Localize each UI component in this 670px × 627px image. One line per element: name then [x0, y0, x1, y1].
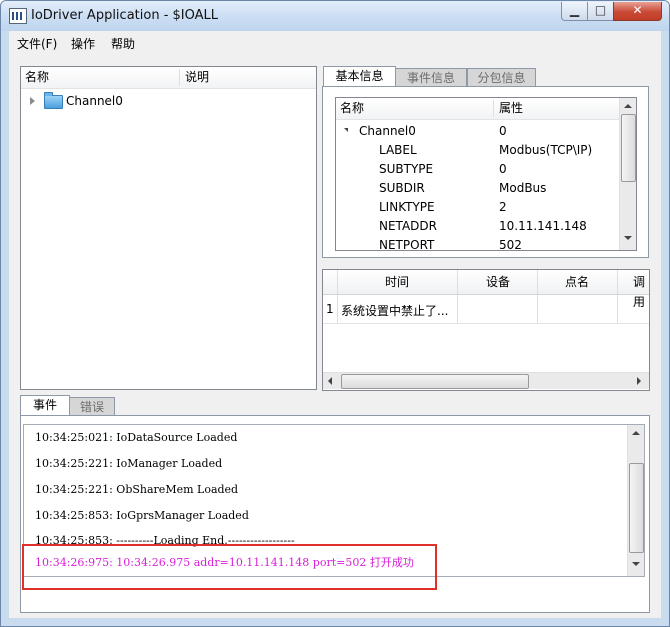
event-time-cell: 系统设置中禁止了... — [341, 304, 449, 318]
property-value: 10.11.141.148 — [499, 219, 587, 233]
tree-header: 名称 说明 — [21, 67, 316, 89]
property-value: ModBus — [499, 181, 547, 195]
row-number-divider — [337, 270, 338, 294]
collapse-arrow-icon[interactable] — [344, 128, 348, 132]
cell-divider — [617, 295, 618, 323]
property-name: NETADDR — [379, 219, 437, 233]
highlight-box — [22, 544, 437, 590]
menu-bar: 文件(F) 操作 帮助 — [9, 31, 661, 53]
property-name: SUBDIR — [379, 181, 425, 195]
property-header: 名称 属性 — [336, 98, 620, 120]
scroll-up-icon[interactable] — [624, 104, 632, 108]
log-line: 10:34:25:853: IoGprsManager Loaded — [35, 509, 249, 522]
property-name: NETPORT — [379, 238, 435, 251]
property-scrollbar[interactable] — [619, 98, 636, 250]
property-row[interactable]: LINKTYPE 2 — [336, 198, 620, 217]
log-line: 10:34:25:221: IoManager Loaded — [35, 457, 223, 470]
maximize-button[interactable]: □ — [587, 2, 614, 21]
minimize-icon: ▁ — [569, 3, 580, 17]
event-col-time[interactable]: 时间 — [385, 272, 409, 292]
event-grid[interactable]: 时间 设备 点名 调用 1 系统设置中禁止了... — [322, 269, 650, 391]
prop-col-value[interactable]: 属性 — [499, 98, 523, 118]
scroll-up-icon[interactable] — [632, 431, 640, 435]
property-grid[interactable]: 名称 属性 Channel0 0 LABEL Modbus(TCP\IP) SU… — [335, 97, 637, 251]
row-number: 1 — [326, 302, 334, 316]
row-number-divider — [337, 295, 338, 323]
scroll-right-icon[interactable] — [637, 377, 641, 385]
log-line: 10:34:25:221: ObShareMem Loaded — [35, 483, 239, 496]
scroll-down-icon[interactable] — [632, 562, 640, 566]
menu-help[interactable]: 帮助 — [111, 35, 135, 52]
channel-tree[interactable]: 名称 说明 Channel0 — [20, 66, 317, 390]
cell-divider — [537, 295, 538, 323]
title-bar[interactable]: IoDriver Application - $IOALL ▁ □ ✕ — [1, 1, 669, 31]
property-row[interactable]: Channel0 0 — [336, 122, 620, 141]
scroll-thumb[interactable] — [621, 114, 636, 182]
log-scrollbar[interactable] — [627, 425, 644, 576]
property-name: Channel0 — [359, 124, 416, 138]
property-name: SUBTYPE — [379, 162, 434, 176]
property-value: 502 — [499, 238, 522, 251]
folder-icon — [44, 92, 63, 109]
maximize-icon: □ — [594, 3, 607, 17]
property-row[interactable]: LABEL Modbus(TCP\IP) — [336, 141, 620, 160]
event-grid-header: 时间 设备 点名 调用 — [323, 270, 649, 309]
event-col-divider[interactable] — [617, 270, 618, 294]
menu-file[interactable]: 文件(F) — [17, 35, 57, 52]
property-value: Modbus(TCP\IP) — [499, 143, 593, 157]
property-name: LINKTYPE — [379, 200, 435, 214]
window-title: IoDriver Application - $IOALL — [31, 8, 219, 23]
property-name: LABEL — [379, 143, 417, 157]
property-row[interactable]: SUBDIR ModBus — [336, 179, 620, 198]
prop-col-name[interactable]: 名称 — [340, 98, 364, 118]
close-icon: ✕ — [632, 3, 643, 17]
property-value: 0 — [499, 124, 507, 138]
property-value: 0 — [499, 162, 507, 176]
scroll-left-icon[interactable] — [328, 377, 332, 385]
tree-col-desc[interactable]: 说明 — [185, 67, 209, 87]
tab-basic-info[interactable]: 基本信息 — [323, 66, 396, 87]
tab-errors[interactable]: 错误 — [69, 397, 115, 416]
event-col-call[interactable]: 调用 — [633, 272, 649, 309]
tree-item-channel0[interactable]: Channel0 — [21, 91, 316, 111]
event-col-device[interactable]: 设备 — [486, 272, 510, 292]
property-value: 2 — [499, 200, 507, 214]
property-row[interactable]: NETPORT 502 — [336, 236, 620, 251]
cell-divider — [457, 295, 458, 323]
tab-packet-info[interactable]: 分包信息 — [467, 68, 536, 87]
event-grid-hscroll[interactable] — [323, 372, 649, 389]
main-window: IoDriver Application - $IOALL ▁ □ ✕ 文件(F… — [0, 0, 670, 627]
client-area: 名称 说明 Channel0 基本信息 事件信息 分包信息 名称 属性 Chan… — [9, 53, 661, 618]
tree-col-name[interactable]: 名称 — [25, 67, 49, 87]
close-button[interactable]: ✕ — [613, 2, 662, 21]
minimize-button[interactable]: ▁ — [561, 2, 588, 21]
event-col-divider[interactable] — [457, 270, 458, 294]
tab-event-info[interactable]: 事件信息 — [395, 68, 467, 87]
event-col-divider[interactable] — [537, 270, 538, 294]
event-row[interactable]: 1 系统设置中禁止了... — [323, 295, 649, 324]
basic-info-pane: 名称 属性 Channel0 0 LABEL Modbus(TCP\IP) SU… — [322, 86, 649, 258]
tree-col-divider[interactable] — [179, 69, 180, 86]
property-row[interactable]: SUBTYPE 0 — [336, 160, 620, 179]
app-icon — [9, 8, 27, 24]
scroll-thumb[interactable] — [629, 463, 644, 553]
event-col-point[interactable]: 点名 — [565, 272, 589, 292]
scroll-down-icon[interactable] — [624, 236, 632, 240]
tab-events[interactable]: 事件 — [20, 395, 70, 416]
expand-arrow-icon[interactable] — [30, 97, 35, 105]
scroll-thumb[interactable] — [341, 374, 529, 389]
tree-item-label: Channel0 — [66, 94, 123, 108]
log-line: 10:34:25:021: IoDataSource Loaded — [35, 431, 238, 444]
prop-col-divider[interactable] — [493, 100, 494, 117]
menu-operate[interactable]: 操作 — [71, 35, 95, 52]
property-row[interactable]: NETADDR 10.11.141.148 — [336, 217, 620, 236]
